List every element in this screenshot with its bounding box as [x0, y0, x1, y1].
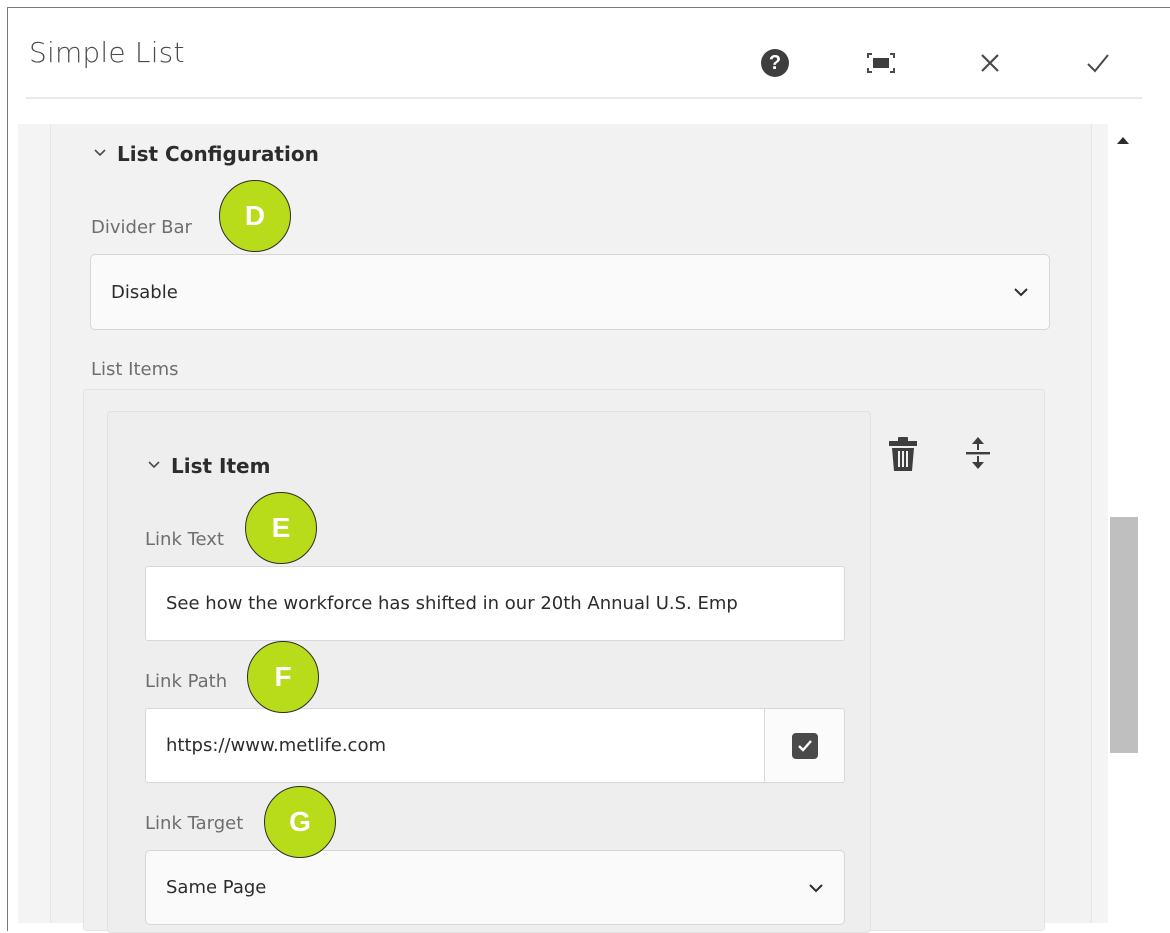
- chevron-down-icon: [147, 458, 161, 474]
- link-path-label: Link Path: [145, 671, 228, 692]
- annotation-badge-f: F: [247, 641, 319, 713]
- chevron-down-icon: [93, 146, 107, 162]
- annotation-badge-d: D: [219, 180, 291, 252]
- fullscreen-button[interactable]: [864, 46, 898, 80]
- scroll-up-arrow-icon[interactable]: [1117, 137, 1129, 144]
- fullscreen-icon: [867, 53, 895, 73]
- link-path-input[interactable]: https://www.metlife.com: [145, 708, 765, 783]
- delete-item-button[interactable]: [887, 436, 919, 472]
- link-target-select[interactable]: Same Page: [145, 850, 845, 925]
- list-item-header[interactable]: List Item: [147, 454, 270, 478]
- header-divider: [26, 97, 1142, 99]
- help-button[interactable]: ?: [758, 46, 792, 80]
- list-configuration-header[interactable]: List Configuration: [93, 142, 319, 166]
- help-icon: ?: [761, 49, 789, 77]
- chevron-down-icon: [808, 883, 824, 893]
- chevron-down-icon: [1013, 287, 1029, 297]
- dialog-title: Simple List: [29, 36, 185, 69]
- link-target-label: Link Target: [145, 813, 244, 834]
- divider-bar-label: Divider Bar: [91, 217, 192, 238]
- trash-icon: [889, 437, 917, 471]
- section-title: List Item: [171, 454, 271, 478]
- section-title: List Configuration: [117, 142, 319, 166]
- scrollbar-thumb[interactable]: [1110, 517, 1138, 753]
- done-button[interactable]: [1081, 46, 1115, 80]
- annotation-badge-e: E: [245, 492, 317, 564]
- link-text-label: Link Text: [145, 529, 224, 550]
- checkbox-icon: [791, 732, 818, 759]
- link-text-input[interactable]: See how the workforce has shifted in our…: [145, 566, 845, 641]
- list-items-label: List Items: [91, 359, 179, 380]
- link-target-value: Same Page: [166, 877, 267, 898]
- move-vertical-icon: [966, 437, 990, 469]
- dialog-header: Simple List ?: [8, 8, 1170, 98]
- annotation-badge-g: G: [264, 786, 336, 858]
- checkmark-icon: [1087, 54, 1109, 73]
- divider-bar-select[interactable]: Disable: [90, 254, 1050, 330]
- reorder-item-button[interactable]: [962, 434, 994, 472]
- path-browse-button[interactable]: [764, 708, 845, 783]
- divider-bar-value: Disable: [111, 281, 178, 303]
- close-button[interactable]: [973, 46, 1007, 80]
- close-icon: [981, 54, 999, 72]
